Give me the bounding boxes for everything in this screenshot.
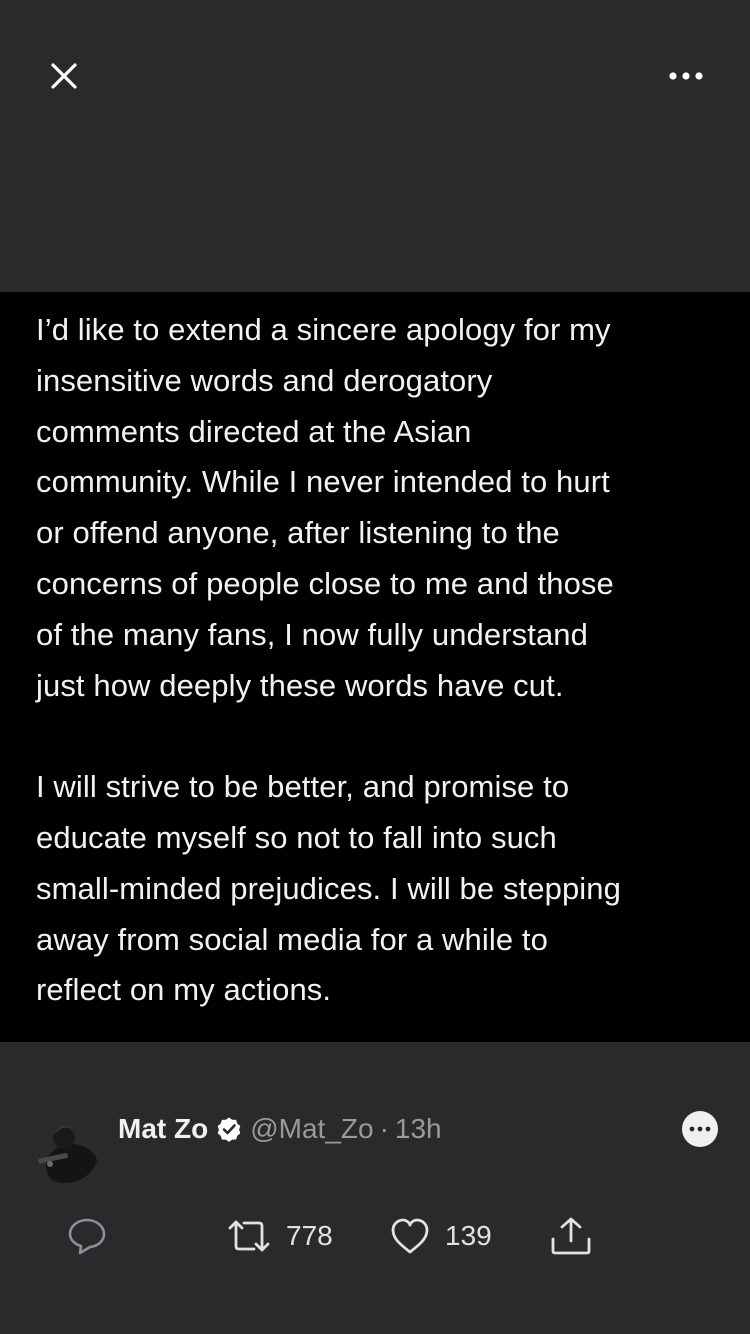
more-options-button[interactable] <box>662 56 710 96</box>
reply-button[interactable] <box>66 1214 108 1258</box>
retweet-count: 778 <box>286 1220 333 1251</box>
share-button[interactable] <box>549 1214 593 1258</box>
retweet-icon <box>228 1220 270 1252</box>
reply-icon <box>68 1218 106 1255</box>
tweet-author-line: Mat Zo @Mat_Zo · 13h <box>118 1110 442 1148</box>
close-icon <box>51 63 77 89</box>
like-count: 139 <box>445 1220 492 1251</box>
avatar-photo <box>32 1116 99 1183</box>
close-button[interactable] <box>44 56 84 96</box>
retweet-button[interactable]: 778 <box>226 1214 333 1258</box>
author-handle[interactable]: @Mat_Zo <box>250 1113 373 1145</box>
media-text: I’d like to extend a sincere apology for… <box>36 312 621 1008</box>
tweet-timestamp: 13h <box>394 1113 442 1144</box>
share-icon <box>551 1217 591 1255</box>
verified-badge-icon <box>216 1116 242 1142</box>
more-horizontal-icon <box>669 72 703 80</box>
separator-dot: · <box>379 1113 389 1144</box>
like-button[interactable]: 139 <box>389 1214 492 1258</box>
more-horizontal-icon <box>689 1126 711 1132</box>
author-name[interactable]: Mat Zo <box>118 1113 208 1145</box>
tweet-more-button[interactable] <box>682 1111 718 1147</box>
heart-icon <box>391 1218 429 1254</box>
avatar[interactable] <box>32 1116 99 1183</box>
